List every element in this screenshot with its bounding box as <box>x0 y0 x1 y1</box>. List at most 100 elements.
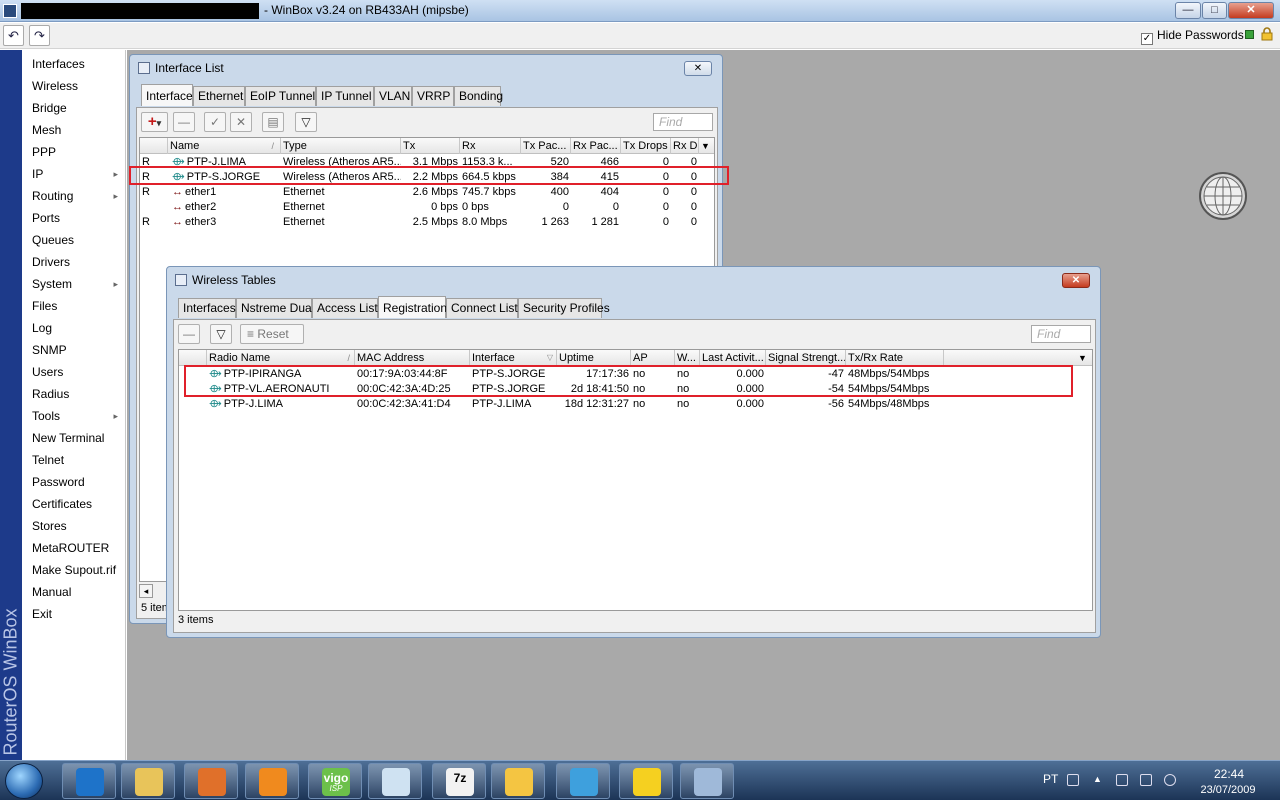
col-w[interactable]: W... <box>675 350 700 366</box>
menu-item-metarouter[interactable]: MetaROUTER <box>22 537 126 559</box>
iface-tab-interface[interactable]: Interface <box>141 84 193 106</box>
menu-item-system[interactable]: System ▸ <box>22 273 126 295</box>
menu-item-stores[interactable]: Stores <box>22 515 126 537</box>
column-menu-icon[interactable]: ▼ <box>699 138 714 154</box>
wireless-find-input[interactable]: Find <box>1031 325 1091 343</box>
wireless-remove-button[interactable]: — <box>178 324 200 344</box>
clock-time[interactable]: 22:44 <box>1199 767 1259 781</box>
menu-item-ports[interactable]: Ports <box>22 207 126 229</box>
iface-tab-ethernet[interactable]: Ethernet <box>193 86 245 106</box>
menu-item-mesh[interactable]: Mesh <box>22 119 126 141</box>
menu-item-ppp[interactable]: PPP <box>22 141 126 163</box>
winbox-app-icon[interactable] <box>3 4 17 18</box>
col-name[interactable]: Name / <box>168 138 281 154</box>
wireless-close-button[interactable]: ✕ <box>1062 273 1090 288</box>
menu-item-manual[interactable]: Manual <box>22 581 126 603</box>
menu-item-radius[interactable]: Radius <box>22 383 126 405</box>
taskbar-messenger-button[interactable] <box>556 763 610 799</box>
disable-button[interactable]: ✕ <box>230 112 252 132</box>
column-menu-icon[interactable]: ▼ <box>1076 350 1092 366</box>
hide-passwords-toggle[interactable]: ✓ Hide Passwords <box>1141 28 1244 45</box>
network-icon[interactable] <box>1140 774 1152 786</box>
menu-item-bridge[interactable]: Bridge <box>22 97 126 119</box>
interface-list-close-button[interactable]: ✕ <box>684 61 712 76</box>
menu-item-new-terminal[interactable]: New Terminal <box>22 427 126 449</box>
menu-item-snmp[interactable]: SNMP <box>22 339 126 361</box>
scroll-left-button[interactable]: ◂ <box>139 584 153 598</box>
wireless-tab-registration[interactable]: Registration <box>378 296 447 318</box>
menu-item-files[interactable]: Files <box>22 295 126 317</box>
wireless-tab-interfaces[interactable]: Interfaces <box>178 298 236 318</box>
col-tx[interactable]: Tx <box>401 138 460 154</box>
menu-item-password[interactable]: Password <box>22 471 126 493</box>
enable-button[interactable]: ✓ <box>204 112 226 132</box>
col-mac-address[interactable]: MAC Address <box>355 350 470 366</box>
redo-button[interactable]: ↷ <box>29 25 50 46</box>
device-icon[interactable] <box>1116 774 1128 786</box>
menu-item-tools[interactable]: Tools ▸ <box>22 405 126 427</box>
wireless-filter-button[interactable]: ▽ <box>210 324 232 344</box>
wireless-tab-access-list[interactable]: Access List <box>312 298 378 318</box>
menu-item-users[interactable]: Users <box>22 361 126 383</box>
taskbar-winbox-button[interactable] <box>368 763 422 799</box>
col-rx[interactable]: Rx <box>460 138 521 154</box>
menu-item-telnet[interactable]: Telnet <box>22 449 126 471</box>
menu-item-routing[interactable]: Routing ▸ <box>22 185 126 207</box>
start-button[interactable] <box>5 763 43 799</box>
wireless-tab-security-profiles[interactable]: Security Profiles <box>518 298 610 318</box>
col-reg-flag[interactable] <box>179 350 207 366</box>
taskbar-explorer-button[interactable] <box>121 763 175 799</box>
iface-tab-vrrp[interactable]: VRRP <box>412 86 454 106</box>
wireless-tab-connect-list[interactable]: Connect List <box>446 298 518 318</box>
col-type[interactable]: Type <box>281 138 401 154</box>
col-rx-drops[interactable]: Rx D <box>671 138 699 154</box>
taskbar-outlook-button[interactable] <box>491 763 545 799</box>
taskbar-star-app-button[interactable] <box>619 763 673 799</box>
iface-tab-vlan[interactable]: VLAN <box>374 86 412 106</box>
col-rx-packets[interactable]: Rx Pac... <box>571 138 621 154</box>
col-interface[interactable]: Interface ▽ <box>470 350 557 366</box>
minimize-button[interactable]: — <box>1175 2 1201 19</box>
add-button[interactable]: +▾ <box>141 112 168 132</box>
hide-passwords-checkbox[interactable]: ✓ <box>1141 33 1153 45</box>
menu-item-ip[interactable]: IP ▸ <box>22 163 126 185</box>
iface-tab-eoip-tunnel[interactable]: EoIP Tunnel <box>245 86 316 106</box>
menu-item-interfaces[interactable]: Interfaces <box>22 53 126 75</box>
col-uptime[interactable]: Uptime <box>557 350 631 366</box>
close-button[interactable]: ✕ <box>1228 2 1274 19</box>
language-indicator[interactable]: PT <box>1043 772 1058 786</box>
filter-button[interactable]: ▽ <box>295 112 317 132</box>
clock-date[interactable]: 23/07/2009 <box>1192 784 1264 796</box>
menu-item-drivers[interactable]: Drivers <box>22 251 126 273</box>
col-radio-name[interactable]: Radio Name / <box>207 350 355 366</box>
menu-item-certificates[interactable]: Certificates <box>22 493 126 515</box>
menu-item-log[interactable]: Log <box>22 317 126 339</box>
taskbar-media-player-button[interactable] <box>245 763 299 799</box>
col-last-activity[interactable]: Last Activit... <box>700 350 766 366</box>
registration-row[interactable]: ⟴ PTP-J.LIMA 00:0C:42:3A:41:D4 PTP-J.LIMA 18… <box>179 397 1092 412</box>
menu-item-exit[interactable]: Exit <box>22 603 126 625</box>
maximize-button[interactable]: □ <box>1202 2 1227 19</box>
taskbar-vigo-isp-button[interactable]: vigo ISP <box>308 763 362 799</box>
menu-item-make-supout-rif[interactable]: Make Supout.rif <box>22 559 126 581</box>
wireless-tab-nstreme-dual[interactable]: Nstreme Dual <box>236 298 314 318</box>
show-hidden-icons-icon[interactable]: ▲ <box>1093 774 1105 786</box>
volume-icon[interactable] <box>1164 774 1176 786</box>
menu-item-wireless[interactable]: Wireless <box>22 75 126 97</box>
col-tx-packets[interactable]: Tx Pac... <box>521 138 571 154</box>
undo-button[interactable]: ↶ <box>3 25 24 46</box>
col-signal-strength[interactable]: Signal Strengt... <box>766 350 846 366</box>
col-txrx-rate[interactable]: Tx/Rx Rate <box>846 350 944 366</box>
col-tx-drops[interactable]: Tx Drops <box>621 138 671 154</box>
interface-find-input[interactable]: Find <box>653 113 713 131</box>
keyboard-icon[interactable] <box>1067 774 1079 786</box>
iface-tab-ip-tunnel[interactable]: IP Tunnel <box>316 86 374 106</box>
table-row[interactable]: ↔ ether2 Ethernet 0 bps 0 bps 0 0 0 0 <box>140 200 714 215</box>
menu-item-queues[interactable]: Queues <box>22 229 126 251</box>
iface-tab-bonding[interactable]: Bonding <box>454 86 503 106</box>
taskbar-paint-button[interactable] <box>680 763 734 799</box>
table-row[interactable]: R ↔ ether3 Ethernet 2.5 Mbps 8.0 Mbps 1 263 1 2… <box>140 215 714 230</box>
taskbar-7zip-button[interactable]: 7z <box>432 763 486 799</box>
taskbar-internet-explorer-button[interactable] <box>62 763 116 799</box>
table-row[interactable]: R ↔ ether1 Ethernet 2.6 Mbps 745.7 kbps 400 404… <box>140 185 714 200</box>
